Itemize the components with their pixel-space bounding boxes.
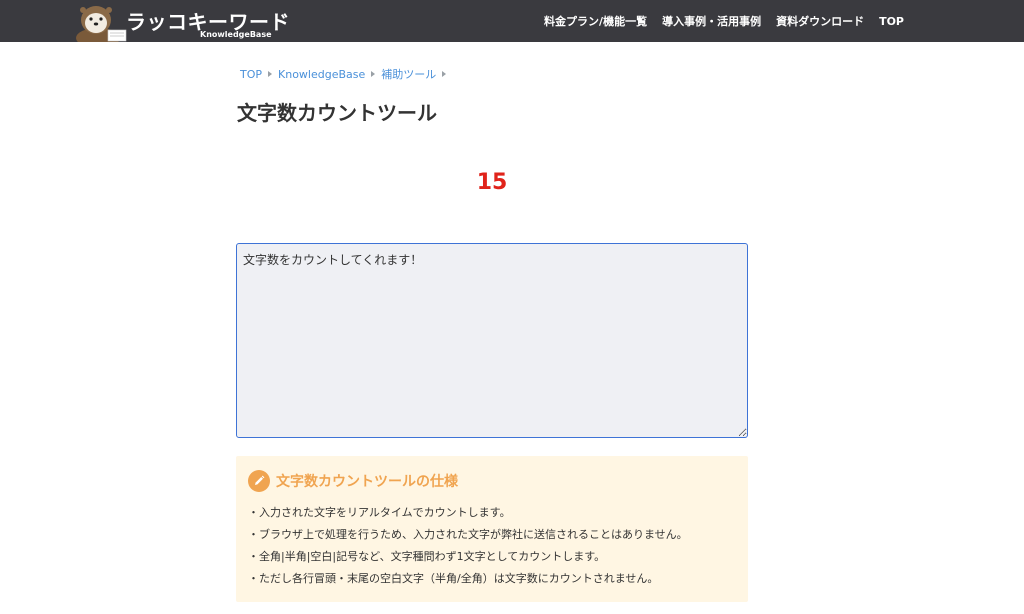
breadcrumb-knowledgebase[interactable]: KnowledgeBase bbox=[278, 68, 365, 81]
nav-download-link[interactable]: 資料ダウンロード bbox=[776, 13, 864, 29]
site-logo[interactable]: ラッコキーワード KnowledgeBase bbox=[74, 0, 290, 42]
nav-pricing-link[interactable]: 料金プラン/機能一覧 bbox=[544, 13, 647, 29]
breadcrumb: TOP KnowledgeBase 補助ツール bbox=[240, 66, 447, 82]
breadcrumb-top[interactable]: TOP bbox=[240, 68, 262, 81]
spec-header: 文字数カウントツールの仕様 bbox=[248, 470, 736, 492]
breadcrumb-tools[interactable]: 補助ツール bbox=[381, 66, 436, 82]
spec-item: ・ただし各行冒頭・末尾の空白文字（半角/全角）は文字数にカウントされません。 bbox=[248, 572, 659, 585]
breadcrumb-chevron-icon bbox=[442, 71, 447, 77]
sea-otter-icon bbox=[76, 6, 127, 42]
breadcrumb-chevron-icon bbox=[268, 71, 273, 77]
spec-box: 文字数カウントツールの仕様 ・入力された文字をリアルタイムでカウントします。 ・… bbox=[236, 456, 748, 602]
spec-item: ・全角|半角|空白|記号など、文字種問わず1文字としてカウントします。 bbox=[248, 550, 606, 563]
spec-item: ・入力された文字をリアルタイムでカウントします。 bbox=[248, 506, 511, 519]
character-count: 15 bbox=[476, 170, 508, 195]
text-input[interactable]: 文字数をカウントしてくれます！ bbox=[236, 243, 748, 438]
logo-subtitle: KnowledgeBase bbox=[200, 30, 272, 39]
nav-case-studies-link[interactable]: 導入事例・活用事例 bbox=[662, 13, 761, 29]
text-input-wrapper: 文字数をカウントしてくれます！ bbox=[236, 243, 748, 438]
nav-top-link[interactable]: TOP bbox=[879, 15, 904, 28]
site-header: ラッコキーワード KnowledgeBase 料金プラン/機能一覧 導入事例・活… bbox=[0, 0, 1024, 42]
page-title: 文字数カウントツール bbox=[237, 101, 437, 125]
main-nav: 料金プラン/機能一覧 導入事例・活用事例 資料ダウンロード TOP bbox=[544, 0, 904, 42]
spec-title: 文字数カウントツールの仕様 bbox=[276, 474, 458, 490]
spec-item: ・ブラウザ上で処理を行うため、入力された文字が弊社に送信されることはありません。 bbox=[248, 528, 688, 541]
spec-list: ・入力された文字をリアルタイムでカウントします。 ・ブラウザ上で処理を行うため、… bbox=[248, 502, 736, 590]
breadcrumb-chevron-icon bbox=[371, 71, 376, 77]
pencil-icon bbox=[248, 470, 270, 492]
